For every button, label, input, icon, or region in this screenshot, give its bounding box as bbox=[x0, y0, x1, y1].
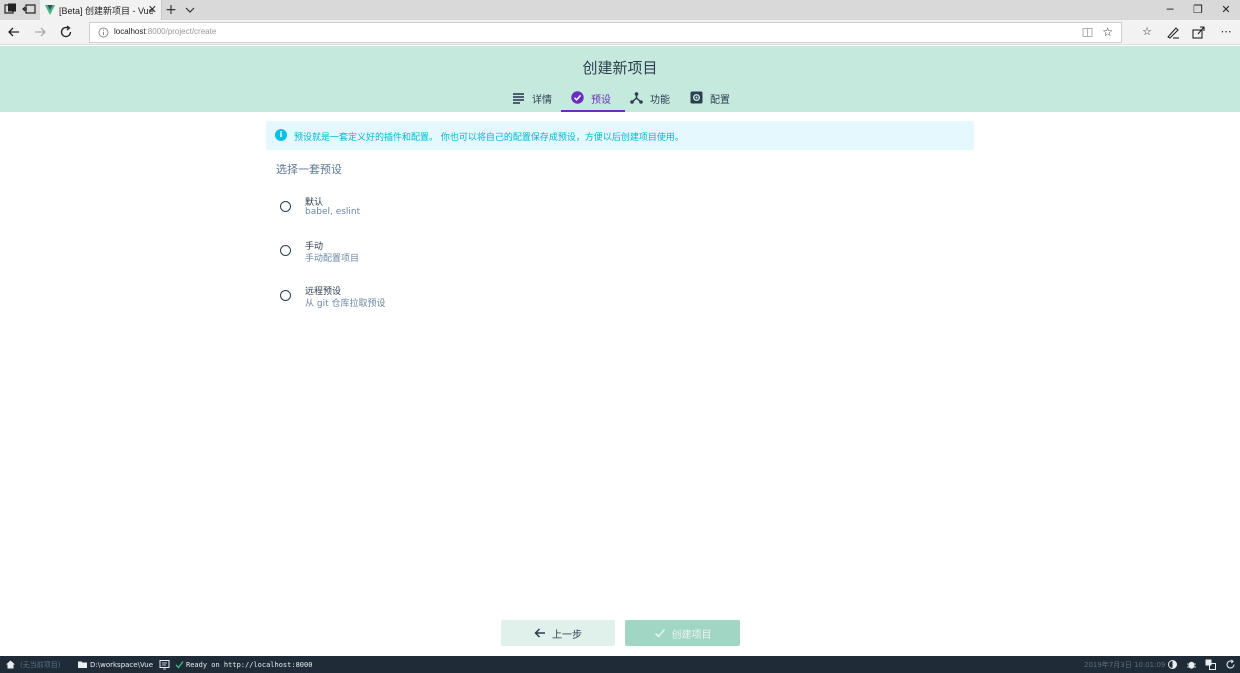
bug-icon[interactable] bbox=[1186, 659, 1197, 670]
list-icon bbox=[513, 93, 524, 104]
site-info-icon[interactable] bbox=[98, 27, 109, 38]
preset-option-remote[interactable]: 远程预设 从 git 仓库拉取预设 bbox=[278, 284, 578, 314]
status-bar: (无当前项目) D:\workspace\Vue Ready on http:/… bbox=[0, 656, 1240, 673]
folder-icon bbox=[78, 661, 87, 668]
reading-view-icon[interactable] bbox=[1082, 27, 1093, 38]
favorites-icon[interactable]: ☆ bbox=[1139, 24, 1155, 40]
settings-box-icon bbox=[690, 91, 703, 104]
tab-features-label: 功能 bbox=[650, 95, 670, 106]
translate-icon[interactable] bbox=[1205, 659, 1216, 670]
status-datetime: 2019年7月3日 10:01:09 bbox=[1084, 661, 1166, 669]
browser-tab-bar: [Beta] 创建新项目 - Vue ✕ + ─ ❐ ✕ bbox=[0, 0, 1240, 20]
preset-section-title: 选择一套预设 bbox=[276, 163, 342, 176]
preset-option-default[interactable]: 默认 babel, eslint bbox=[278, 195, 578, 225]
check-mark-icon bbox=[175, 661, 184, 669]
fork-icon bbox=[630, 92, 643, 104]
tab-title: [Beta] 创建新项目 - Vue bbox=[59, 6, 154, 16]
info-text: 预设就是一套定义好的插件和配置。 你也可以将自己的配置保存成预设，方便以后创建项… bbox=[294, 133, 684, 143]
minimize-button[interactable]: ─ bbox=[1162, 2, 1178, 18]
app-header: 创建新项目 详情 预设 功能 配置 bbox=[0, 46, 1240, 112]
preset-description: babel, eslint bbox=[305, 207, 361, 217]
terminal-log-icon[interactable] bbox=[159, 659, 170, 670]
url-input[interactable]: localhost:8000/project/create ☆ bbox=[89, 22, 1122, 43]
radio-button[interactable] bbox=[280, 245, 291, 256]
preset-option-manual[interactable]: 手动 手动配置项目 bbox=[278, 239, 578, 269]
arrow-left-icon bbox=[534, 628, 545, 638]
pen-icon[interactable] bbox=[1165, 24, 1181, 40]
refresh-icon[interactable] bbox=[1225, 659, 1236, 670]
browser-address-bar: localhost:8000/project/create ☆ ☆ ⋯ bbox=[0, 20, 1240, 45]
chevron-down-icon[interactable] bbox=[183, 3, 197, 17]
url-text: localhost:8000/project/create bbox=[114, 27, 217, 36]
create-project-button-label: 创建项目 bbox=[671, 629, 712, 641]
active-tab-indicator bbox=[561, 110, 625, 112]
radio-button[interactable] bbox=[280, 201, 291, 212]
more-options-icon[interactable]: ⋯ bbox=[1218, 24, 1234, 40]
preset-description: 手动配置项目 bbox=[305, 254, 360, 264]
previous-button[interactable]: 上一步 bbox=[501, 620, 615, 646]
tab-close-button[interactable]: ✕ bbox=[148, 3, 157, 17]
previous-button-label: 上一步 bbox=[552, 629, 582, 641]
tab-config-label: 配置 bbox=[710, 95, 730, 106]
workspace-path[interactable]: D:\workspace\Vue bbox=[90, 659, 153, 671]
home-icon[interactable] bbox=[5, 659, 16, 670]
set-aside-tabs-icon[interactable] bbox=[21, 3, 37, 17]
check-icon bbox=[654, 629, 665, 638]
new-tab-button[interactable]: + bbox=[164, 1, 178, 19]
dark-mode-icon[interactable] bbox=[1167, 659, 1178, 670]
vue-logo-icon bbox=[45, 5, 55, 15]
create-project-button[interactable]: 创建项目 bbox=[625, 620, 740, 646]
restore-button[interactable]: ❐ bbox=[1190, 2, 1206, 18]
tab-actions-icon[interactable] bbox=[3, 3, 19, 17]
check-circle-icon bbox=[571, 91, 584, 104]
share-icon[interactable] bbox=[1191, 24, 1207, 40]
browser-tab-active[interactable]: [Beta] 创建新项目 - Vue ✕ bbox=[40, 0, 162, 20]
favorite-star-icon[interactable]: ☆ bbox=[1102, 25, 1113, 39]
last-log-message[interactable]: Ready on http://localhost:8000 bbox=[186, 659, 312, 671]
tab-details-label: 详情 bbox=[532, 95, 552, 106]
forward-arrow-icon[interactable] bbox=[32, 24, 48, 40]
tab-presets[interactable]: 预设 bbox=[561, 86, 625, 112]
page-title: 创建新项目 bbox=[582, 59, 658, 77]
radio-button[interactable] bbox=[280, 290, 291, 301]
back-arrow-icon[interactable] bbox=[6, 24, 22, 40]
tab-presets-label: 预设 bbox=[591, 95, 611, 106]
refresh-icon[interactable] bbox=[58, 24, 74, 40]
info-icon: i bbox=[275, 129, 287, 141]
close-window-button[interactable]: ✕ bbox=[1218, 2, 1234, 18]
current-project-label[interactable]: (无当前项目) bbox=[20, 659, 60, 671]
preset-description: 从 git 仓库拉取预设 bbox=[305, 299, 386, 309]
info-message: i 预设就是一套定义好的插件和配置。 你也可以将自己的配置保存成预设，方便以后创… bbox=[266, 121, 974, 150]
